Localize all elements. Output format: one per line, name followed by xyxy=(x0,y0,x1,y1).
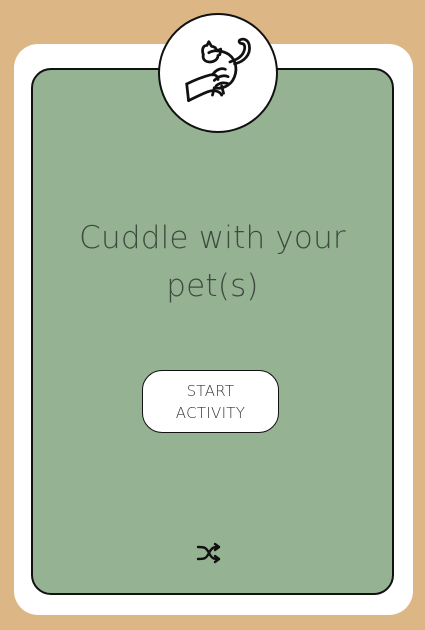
start-label-line-2: ACTIVITY xyxy=(175,403,246,422)
activity-title: Cuddle with your pet(s) xyxy=(31,214,394,310)
start-activity-label: START ACTIVITY xyxy=(176,380,245,424)
activity-card xyxy=(31,68,394,595)
activity-badge xyxy=(158,13,278,133)
activity-title-line-2: pet(s) xyxy=(166,268,259,304)
shuffle-icon xyxy=(196,542,221,564)
start-activity-button[interactable]: START ACTIVITY xyxy=(142,370,279,433)
activity-title-line-1: Cuddle with your xyxy=(79,220,346,256)
shuffle-button[interactable] xyxy=(196,542,222,564)
start-label-line-1: START xyxy=(186,381,235,400)
cat-cuddle-icon xyxy=(185,37,251,102)
